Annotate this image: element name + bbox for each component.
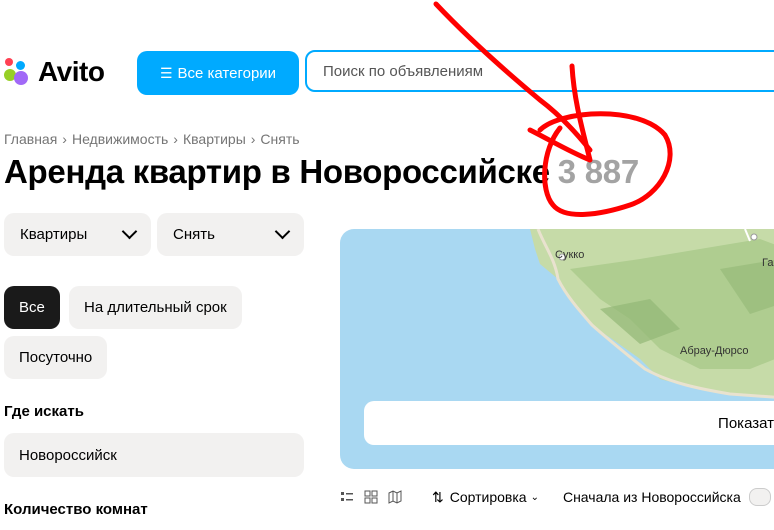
first-from-city-label[interactable]: Сначала из Новороссийска	[563, 489, 741, 505]
chevron-down-icon: ⌄	[530, 491, 539, 503]
grid-view-icon[interactable]	[364, 490, 378, 504]
map-preview[interactable]: Сукко Абрау-Дюрсо Га Показат	[340, 229, 774, 469]
show-on-map-label: Показат	[718, 414, 774, 432]
breadcrumb-home[interactable]: Главная	[4, 131, 57, 147]
all-categories-button[interactable]: ☰ Все категории	[137, 51, 299, 95]
menu-search-icon: ☰	[159, 64, 173, 81]
page-title-text: Аренда квартир в Новороссийске	[4, 153, 550, 190]
show-on-map-button[interactable]: Показат	[364, 401, 774, 445]
breadcrumb-separator: ›	[250, 131, 256, 147]
breadcrumb-separator: ›	[173, 131, 178, 147]
breadcrumb: Главная › Недвижимость › Квартиры › Снят…	[4, 131, 300, 147]
search-input[interactable]	[307, 52, 774, 90]
where-label: Где искать	[4, 403, 84, 420]
breadcrumb-realty[interactable]: Недвижимость	[72, 131, 168, 147]
sort-button[interactable]: ⇅ Сортировка ⌄	[432, 489, 539, 506]
all-categories-label: Все категории	[177, 64, 277, 82]
breadcrumb-rent[interactable]: Снять	[260, 131, 299, 147]
first-from-city-toggle[interactable]	[748, 488, 771, 506]
map-label-abrau: Абрау-Дюрсо	[680, 345, 749, 357]
deal-type-select[interactable]: Снять	[157, 213, 304, 256]
search-box[interactable]	[305, 50, 774, 92]
sort-label: Сортировка	[449, 489, 527, 505]
breadcrumb-apartments[interactable]: Квартиры	[183, 131, 246, 147]
breadcrumb-separator: ›	[62, 131, 67, 147]
term-all-pill[interactable]: Все	[4, 286, 60, 329]
page-title: Аренда квартир в Новороссийске 3 887	[4, 153, 639, 191]
map-view-icon[interactable]	[388, 490, 402, 504]
deal-type-select-value: Снять	[173, 226, 215, 243]
avito-logo[interactable]: Avito	[4, 55, 105, 89]
results-count: 3 887	[557, 153, 639, 190]
map-label-sukko: Сукко	[555, 249, 585, 261]
term-daily-pill[interactable]: Посуточно	[4, 336, 108, 379]
sort-arrows-icon: ⇅	[432, 488, 444, 505]
city-field[interactable]: Новороссийск	[4, 433, 304, 477]
rooms-label: Количество комнат	[4, 501, 148, 518]
chevron-down-icon	[274, 223, 291, 240]
logo-text: Avito	[38, 56, 105, 87]
results-toolbar: ⇅ Сортировка ⌄ Сначала из Новороссийска	[340, 488, 771, 506]
category-select-value: Квартиры	[20, 226, 88, 243]
list-view-icon[interactable]	[340, 490, 354, 504]
chevron-down-icon	[121, 223, 138, 240]
term-long-pill[interactable]: На длительный срок	[69, 286, 242, 329]
map-label-ga: Га	[762, 257, 774, 269]
logo-dots-icon	[4, 57, 36, 87]
category-select[interactable]: Квартиры	[4, 213, 151, 256]
